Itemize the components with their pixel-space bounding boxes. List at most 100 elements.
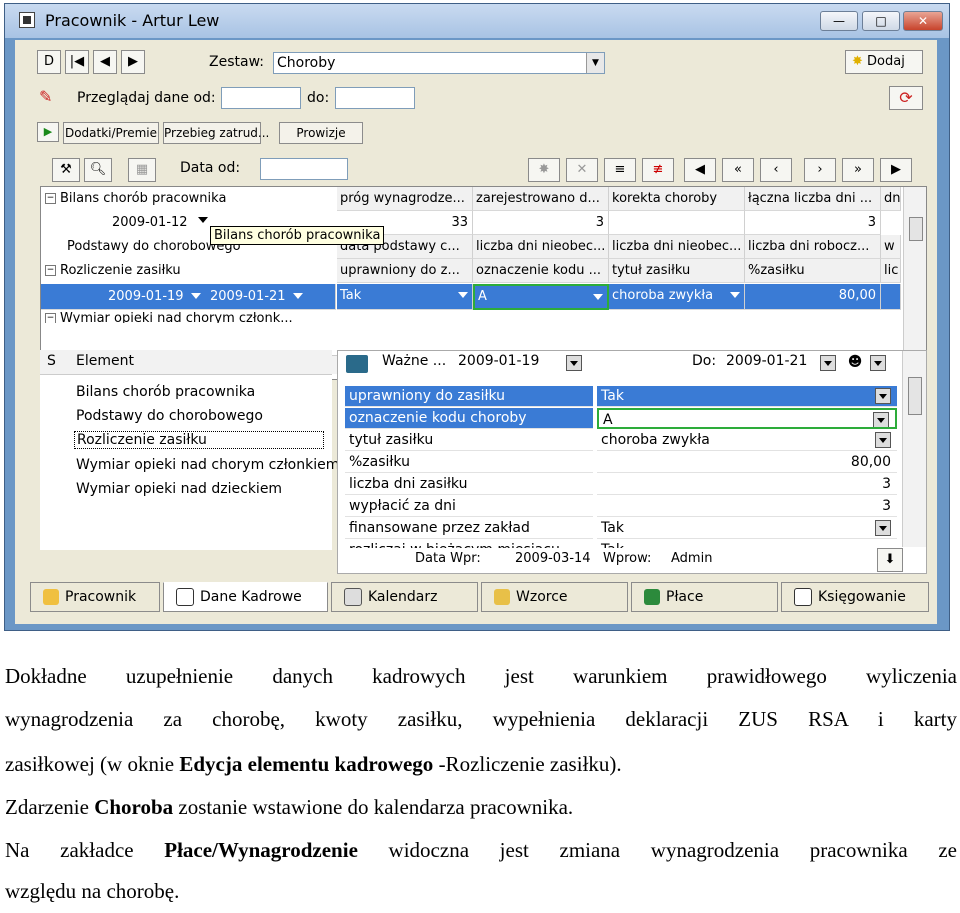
prop-value[interactable]: Tak — [597, 518, 897, 539]
cell-procent-value[interactable]: 80,00 — [745, 284, 881, 310]
first-record-icon[interactable]: ◀ — [684, 158, 716, 182]
list-item[interactable]: Podstawy do chorobowego — [76, 408, 263, 424]
cell-uprawniony-select[interactable]: Tak — [337, 284, 473, 310]
rozliczenie-date-to-select[interactable]: 2009-01-21 — [207, 285, 307, 309]
cell-laczna-value[interactable]: 3 — [745, 211, 881, 235]
cell-oznaczenie-select[interactable]: A — [473, 284, 609, 310]
zestaw-select[interactable]: Choroby ▼ — [273, 52, 605, 74]
tools-icon[interactable]: ⚒ — [52, 158, 80, 182]
add-button[interactable]: ✸ Dodaj — [845, 50, 923, 74]
prop-row[interactable]: %zasiłku 80,00 — [345, 452, 905, 474]
prop-value[interactable]: 3 — [597, 474, 897, 495]
col-liczba-dni-nieobec-1[interactable]: liczba dni nieobec... — [473, 235, 609, 259]
col-liczba-dni-robocz[interactable]: liczba dni robocz... — [745, 235, 881, 259]
search-icon[interactable]: 🔍︎ — [84, 158, 112, 182]
prev-record-icon[interactable]: ‹ — [760, 158, 792, 182]
col-procent-zasilku[interactable]: %zasiłku — [745, 259, 881, 283]
new-star-icon[interactable]: ✸ — [528, 158, 560, 182]
expand-play-icon[interactable]: ▶ — [37, 122, 59, 142]
rozliczenie-date-from-select[interactable]: 2009-01-19 — [105, 285, 205, 309]
prop-value[interactable]: Tak — [597, 540, 897, 548]
calendar-icon — [344, 588, 362, 606]
col-prog-wynagrodzenia[interactable]: próg wynagrodze... — [337, 187, 473, 211]
arrow-down-icon[interactable]: ⬇ — [877, 548, 903, 572]
col-tytul-zasilku[interactable]: tytuł zasiłku — [609, 259, 745, 283]
tab-pracownik[interactable]: Pracownik — [30, 582, 160, 612]
person-icon[interactable]: ☻ — [846, 353, 864, 371]
col-liczba-dni-nieobec-2[interactable]: liczba dni nieobec... — [609, 235, 745, 259]
delete-icon[interactable]: ✕ — [566, 158, 598, 182]
prop-value-text: choroba zwykła — [601, 432, 710, 448]
tree-node-rozliczenie[interactable]: − Rozliczenie zasiłku — [45, 263, 181, 278]
prop-row[interactable]: tytuł zasiłku choroba zwykła — [345, 430, 905, 452]
list-item[interactable]: Wymiar opieki nad chorym członkiem... — [76, 457, 353, 473]
col-lic[interactable]: lic — [881, 259, 901, 283]
bilans-date-select[interactable]: 2009-01-12 — [109, 211, 209, 235]
date-from-input[interactable] — [260, 158, 348, 180]
tree-node-wymiar[interactable]: − Wymiar opieki nad chorym członk... — [45, 311, 293, 323]
przebieg-zatrudnienia-button[interactable]: Przebieg zatrud... — [163, 122, 269, 144]
nav-prev-button[interactable]: ◀ — [93, 50, 117, 74]
next-record-icon[interactable]: › — [804, 158, 836, 182]
tree-node-bilans[interactable]: − Bilans chorób pracownika — [45, 191, 226, 206]
col-laczna-liczba-dni[interactable]: łączna liczba dni ... — [745, 187, 881, 211]
remove-row-icon[interactable]: ≢ — [642, 158, 674, 182]
prop-value[interactable]: 80,00 — [597, 452, 897, 473]
calendar-icon[interactable]: ▦ — [128, 158, 156, 182]
tab-dane-kadrowe[interactable]: Dane Kadrowe — [163, 582, 328, 612]
prop-row[interactable]: finansowane przez zakład Tak — [345, 518, 905, 540]
next-page-icon[interactable]: » — [842, 158, 874, 182]
tab-wzorce[interactable]: Wzorce — [481, 582, 628, 612]
chevron-down-icon[interactable] — [566, 355, 582, 371]
scroll-thumb[interactable] — [908, 377, 922, 415]
maximize-button[interactable]: □ — [862, 11, 900, 31]
add-row-icon[interactable]: ≡ — [604, 158, 636, 182]
cell-zarejestrowano-value[interactable]: 3 — [473, 211, 609, 235]
nav-next-button[interactable]: ▶ — [121, 50, 145, 74]
prop-row[interactable]: wypłacić za dni 3 — [345, 496, 905, 518]
chevron-down-icon[interactable] — [820, 355, 836, 371]
close-button[interactable]: ✕ — [903, 11, 943, 31]
valid-from-value[interactable]: 2009-01-19 — [458, 353, 539, 369]
prop-value[interactable]: A — [597, 408, 897, 429]
add-label: Dodaj — [867, 54, 905, 69]
col-zarejestrowano[interactable]: zarejestrowano d... — [473, 187, 609, 211]
cell-korekta-value[interactable] — [609, 211, 745, 235]
col-w[interactable]: w — [881, 235, 901, 259]
cell-tytul-select[interactable]: choroba zwykła — [609, 284, 745, 310]
prowizje-button[interactable]: Prowizje — [279, 122, 363, 144]
dodatki-premie-button[interactable]: Dodatki/Premie — [63, 122, 159, 144]
cell-lic-value[interactable] — [881, 284, 901, 310]
edit-check-icon[interactable]: ✎ — [39, 86, 61, 108]
chevron-down-icon[interactable] — [870, 355, 886, 371]
last-record-icon[interactable]: ▶ — [880, 158, 912, 182]
browse-to-input[interactable] — [335, 87, 415, 109]
refresh-icon[interactable]: ⟳ — [889, 86, 923, 110]
prop-value[interactable]: 3 — [597, 496, 897, 517]
list-item[interactable]: Bilans chorób pracownika — [76, 384, 255, 400]
tab-place[interactable]: Płace — [631, 582, 778, 612]
nav-first-button[interactable]: D — [37, 50, 61, 74]
scroll-thumb[interactable] — [909, 217, 923, 241]
prop-row[interactable]: rozliczaj w bieżącym miesiącu Tak — [345, 540, 905, 548]
col-oznaczenie-kodu[interactable]: oznaczenie kodu ... — [473, 259, 609, 283]
grid-vertical-scrollbar[interactable] — [903, 187, 926, 352]
prev-page-icon[interactable]: « — [722, 158, 754, 182]
detail-vertical-scrollbar[interactable] — [902, 351, 926, 547]
prop-value[interactable]: Tak — [597, 386, 897, 407]
col-uprawniony[interactable]: uprawniony do z... — [337, 259, 473, 283]
list-item-selected[interactable]: Rozliczenie zasiłku — [74, 431, 324, 449]
prop-row[interactable]: oznaczenie kodu choroby A — [345, 408, 905, 430]
tab-kalendarz[interactable]: Kalendarz — [331, 582, 478, 612]
valid-to-value[interactable]: 2009-01-21 — [726, 353, 807, 369]
list-item[interactable]: Wymiar opieki nad dzieckiem — [76, 481, 282, 497]
prop-row[interactable]: liczba dni zasiłku 3 — [345, 474, 905, 496]
col-dn[interactable]: dn — [881, 187, 901, 211]
prop-row[interactable]: uprawniony do zasiłku Tak — [345, 386, 905, 408]
tab-ksiegowanie[interactable]: Księgowanie — [781, 582, 929, 612]
browse-from-input[interactable] — [221, 87, 301, 109]
prop-value[interactable]: choroba zwykła — [597, 430, 897, 451]
col-korekta-choroby[interactable]: korekta choroby — [609, 187, 745, 211]
nav-start-button[interactable]: |◀ — [65, 50, 89, 74]
minimize-button[interactable]: — — [820, 11, 858, 31]
